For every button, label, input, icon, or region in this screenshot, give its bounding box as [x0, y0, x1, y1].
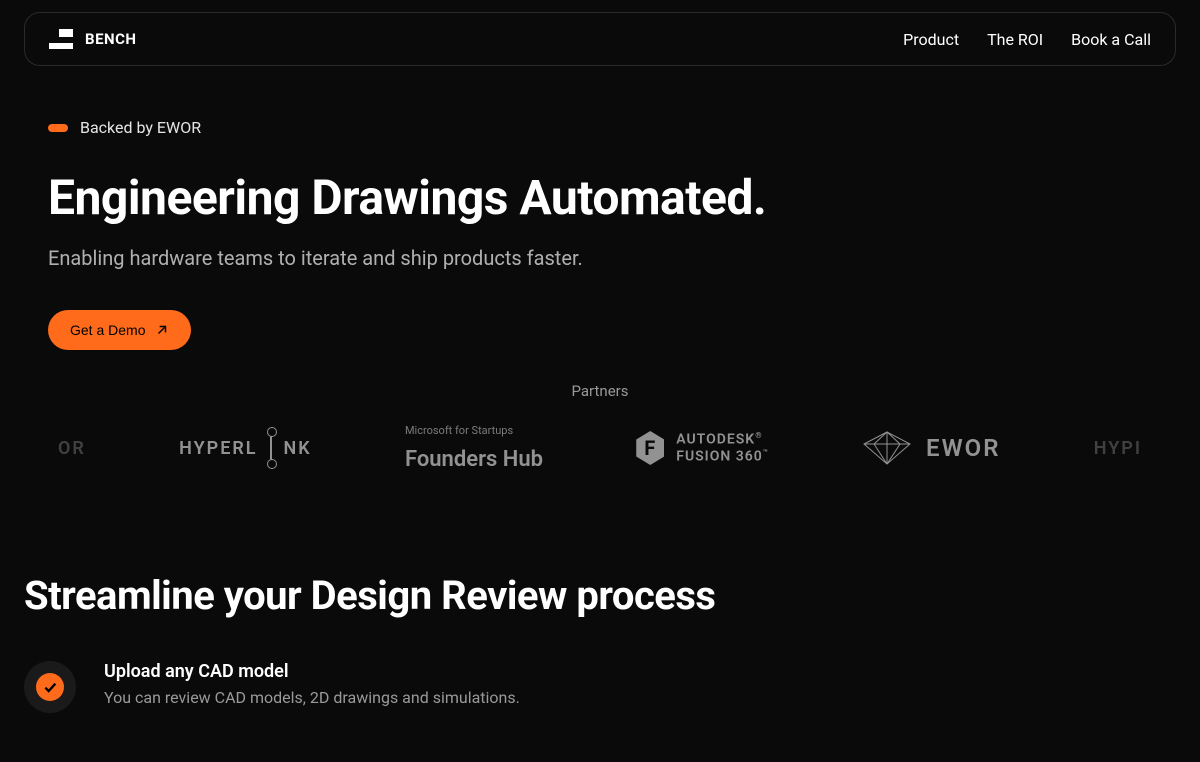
partners-label: Partners [48, 382, 1152, 400]
hero-subtitle: Enabling hardware teams to iterate and s… [48, 246, 1152, 270]
get-demo-button[interactable]: Get a Demo [48, 310, 191, 350]
hero-section: Backed by EWOR Engineering Drawings Auto… [0, 78, 1200, 492]
fusion-icon: F [636, 431, 664, 465]
feature-upload-cad: Upload any CAD model You can review CAD … [24, 661, 1176, 713]
fusion-top: AUTODESK® [676, 431, 762, 448]
ewor-diamond-icon [862, 430, 912, 466]
logo[interactable]: BENCH [49, 29, 137, 49]
nav-link-roi[interactable]: The ROI [987, 30, 1043, 49]
partners-row: OR HYPERLNK Microsoft for Startups Found… [48, 424, 1152, 472]
hero-title: Engineering Drawings Automated. [48, 169, 1152, 226]
founders-bottom: Founders Hub [405, 447, 543, 472]
backed-badge: Backed by EWOR [48, 118, 1152, 137]
partner-logo-hyperlink-edge: HYPI [1094, 438, 1142, 459]
partner-logo-fusion: F AUTODESK® FUSION 360™ [636, 431, 769, 466]
logo-icon [49, 29, 73, 49]
main-nav: BENCH Product The ROI Book a Call [24, 12, 1176, 66]
nav-link-book-call[interactable]: Book a Call [1071, 30, 1151, 49]
feature-text: Upload any CAD model You can review CAD … [104, 661, 520, 707]
nav-link-product[interactable]: Product [903, 30, 959, 49]
streamline-section: Streamline your Design Review process Up… [0, 492, 1200, 713]
feature-title: Upload any CAD model [104, 661, 520, 682]
founders-top: Microsoft for Startups [405, 424, 513, 437]
partner-logo-ewor: EWOR [862, 430, 1000, 466]
arrow-up-right-icon [155, 323, 169, 337]
backed-text: Backed by EWOR [80, 118, 201, 137]
streamline-title: Streamline your Design Review process [24, 572, 1176, 619]
cta-label: Get a Demo [70, 322, 145, 338]
feature-desc: You can review CAD models, 2D drawings a… [104, 688, 520, 707]
partner-logo-hyperlink: HYPERLNK [179, 433, 312, 463]
partners-section: Partners OR HYPERLNK Microsoft for Start… [48, 382, 1152, 472]
logo-text: BENCH [85, 30, 137, 48]
ewor-text: EWOR [926, 434, 1000, 462]
fusion-bottom: FUSION 360™ [676, 448, 769, 465]
partner-logo-ewor-edge: OR [58, 438, 86, 459]
feature-icon-container [24, 661, 76, 713]
check-circle-icon [36, 673, 64, 701]
nav-links: Product The ROI Book a Call [903, 30, 1151, 49]
partner-logo-founders-hub: Microsoft for Startups Founders Hub [405, 424, 543, 472]
badge-pill-icon [48, 124, 68, 132]
